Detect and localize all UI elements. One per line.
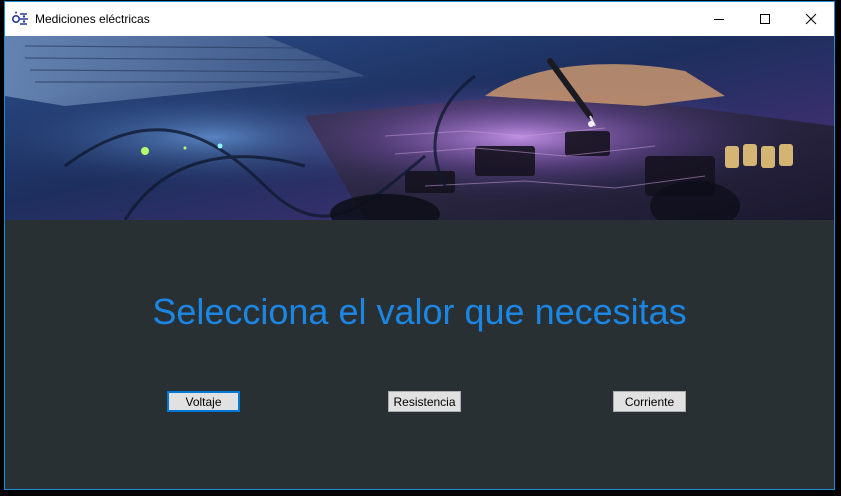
title-bar[interactable]: Mediciones eléctricas [5,2,834,36]
app-window: Mediciones eléctricas Selecciona el valo… [4,1,835,490]
voltage-button[interactable]: Voltaje [167,391,240,412]
minimize-button[interactable] [696,2,742,36]
maximize-icon [760,14,770,24]
close-icon [805,13,817,25]
banner-image [5,36,834,220]
page-headline: Selecciona el valor que necesitas [152,291,687,332]
current-button[interactable]: Corriente [613,391,686,412]
electronics-circuit-board-photo [5,36,834,220]
maximize-button[interactable] [742,2,788,36]
minimize-icon [714,19,724,20]
window-title: Mediciones eléctricas [35,12,150,26]
resistance-button[interactable]: Resistencia [388,391,461,412]
close-button[interactable] [788,2,834,36]
app-circuit-icon [11,11,28,25]
